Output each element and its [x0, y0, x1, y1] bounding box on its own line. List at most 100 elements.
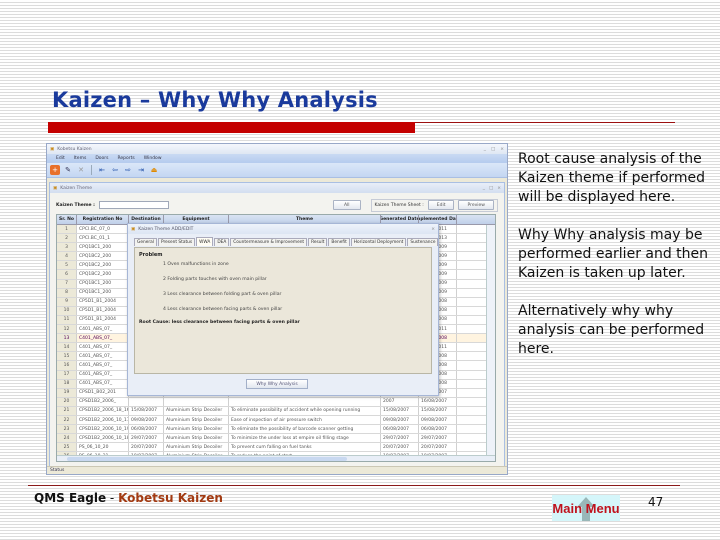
table-cell-reg: CPSD1B2_2006_10_17	[79, 415, 129, 425]
table-cell-sr: 8	[57, 288, 77, 297]
menu-window[interactable]: Window	[144, 156, 162, 161]
table-cell-reg: C401_ABS_07_	[77, 379, 129, 388]
toolbar: + ✎ ✕ ⇤ ⇦ ⇨ ⇥ ⏏	[47, 163, 507, 178]
main-menu-button[interactable]: Main Menu	[552, 495, 620, 521]
menu-edit[interactable]: Edit	[56, 156, 65, 161]
why-item: 3 Less clearance between folding part & …	[163, 292, 282, 297]
table-cell-reg: C401_ABS_07_	[77, 370, 129, 379]
horizontal-scrollbar[interactable]	[57, 455, 495, 461]
table-row[interactable]: 25 PS_06_10_20 20/07/2007 Aluminium Strip D…	[57, 443, 495, 453]
why-why-analysis-button[interactable]: Why Why Analysis	[246, 379, 308, 389]
column-header-registration-no[interactable]: Registration No	[77, 215, 129, 224]
window-icon: ▣	[53, 185, 58, 191]
table-cell-imp: 16/08/2007	[419, 397, 457, 406]
table-cell-reg: C401_ABS_07_	[77, 343, 129, 352]
previous-record-icon[interactable]: ⇦	[110, 165, 120, 175]
table-cell-th: To minimize the under loss at empire oil…	[229, 434, 381, 443]
table-cell-gen: 09/08/2007	[381, 415, 419, 425]
wwa-panel: Problem 1 Oven malfunctions in zone 2 Fo…	[134, 247, 432, 374]
why-item: 1 Oven malfunctions in zone	[163, 262, 229, 267]
tab-horizontal-deployment[interactable]: Horizontal Deployment	[350, 238, 407, 246]
root-cause: Root Cause: less clearance between facin…	[139, 320, 300, 325]
footer-separator: -	[106, 491, 119, 505]
delete-icon[interactable]: ✕	[76, 165, 86, 175]
tab-countermeasure[interactable]: Countermeasure & Improvement	[230, 238, 308, 246]
menu-items[interactable]: Items	[74, 156, 87, 161]
table-cell-sr: 12	[57, 325, 77, 334]
edit-button[interactable]: Edit	[427, 200, 455, 210]
table-cell-eq: Aluminium Strip Decoiler	[164, 425, 229, 434]
table-cell-reg: CPQ1BC2_200	[77, 261, 129, 270]
next-record-icon[interactable]: ⇨	[123, 165, 133, 175]
app-window: ▣ Kobetsu Kaizen _ □ × Edit Items Doors …	[46, 143, 508, 475]
column-header-sr-no[interactable]: Sr. No	[57, 215, 77, 224]
table-cell-eq: Aluminium Strip Decoiler	[164, 434, 229, 443]
table-cell-sr: 13	[57, 334, 77, 343]
maximize-icon[interactable]: □	[491, 147, 495, 152]
tab-result[interactable]: Result	[308, 238, 328, 246]
tab-benefit[interactable]: Benefit	[328, 238, 350, 246]
table-cell-reg: C401_ABS_07_	[77, 325, 129, 334]
kaizen-theme-add-edit-dialog: ▣ Kaizen Theme ADD/EDIT × General Presen…	[127, 223, 439, 396]
note-paragraph: Root cause analysis of the Kaizen theme …	[518, 151, 706, 205]
tab-general[interactable]: General	[134, 238, 157, 246]
dialog-icon: ▣	[131, 226, 136, 232]
table-cell-th: Ease of inspection of air pressure switc…	[229, 415, 381, 425]
tab-sustenance[interactable]: Sustenance	[407, 238, 439, 246]
table-cell-reg: C401_ABS_07_	[77, 361, 129, 370]
menu-doors[interactable]: Doors	[95, 156, 108, 161]
title-underline-thick	[48, 122, 415, 133]
minimize-icon[interactable]: _	[484, 147, 486, 152]
page-number: 47	[648, 495, 664, 509]
table-cell-imp: 20/07/2007	[419, 443, 457, 452]
table-cell-sr: 23	[57, 425, 77, 434]
last-record-icon[interactable]: ⇥	[136, 165, 146, 175]
dialog-title: Kaizen Theme ADD/EDIT	[138, 226, 194, 232]
all-button[interactable]: All	[332, 200, 361, 210]
table-cell-dt: 20/07/2007	[129, 443, 164, 452]
table-cell-reg: CPQ1BC2_200	[77, 252, 129, 261]
menu-reports[interactable]: Reports	[117, 156, 134, 161]
table-row[interactable]: 23 CPSD1B2_2006_10_19 06/08/2007 Aluminium …	[57, 425, 495, 435]
table-cell-reg: C401_ABS_07_	[77, 334, 129, 343]
table-cell-dt	[129, 397, 164, 406]
close-icon[interactable]: ×	[500, 147, 504, 152]
table-cell-reg: CPSD1B2_2006_10_19	[79, 425, 129, 434]
table-cell-sr: 2	[57, 234, 77, 243]
footer-divider	[28, 485, 680, 486]
table-cell-sr: 4	[57, 252, 77, 261]
table-cell-sr: 17	[57, 370, 77, 379]
toolbar-separator	[91, 165, 92, 175]
tab-dea[interactable]: DEA	[214, 238, 230, 246]
maximize-icon[interactable]: □	[489, 186, 493, 191]
table-cell-eq: Aluminium Strip Decoiler	[164, 443, 229, 452]
filter-row: Kaizen Theme : All Kaizen Theme Sheet : …	[56, 198, 498, 212]
table-row[interactable]: 24 CPSD1B2_2006_10_18 29/07/2007 Aluminium …	[57, 434, 495, 444]
vertical-scrollbar[interactable]	[486, 225, 495, 455]
kaizen-theme-filter-label: Kaizen Theme :	[56, 202, 95, 208]
table-row[interactable]: 20 CPSD1B2_2006_ 2007 16/08/2007	[57, 397, 495, 407]
app-window-title: Kobetsu Kaizen	[57, 146, 92, 152]
note-paragraph: Alternatively why why analysis can be pe…	[518, 303, 705, 357]
tab-present-status[interactable]: Present Status	[157, 238, 196, 246]
close-icon[interactable]: ×	[497, 186, 501, 191]
first-record-icon[interactable]: ⇤	[97, 165, 107, 175]
close-icon[interactable]: ×	[431, 227, 435, 232]
add-icon[interactable]: +	[50, 165, 60, 175]
table-cell-reg: PS_06_10_20	[77, 443, 129, 452]
table-cell-sr: 18	[57, 379, 77, 388]
tab-wwa[interactable]: WWA	[196, 237, 214, 246]
table-cell-reg: CPSD1B2_2006_10_18	[79, 434, 129, 443]
scrollbar-thumb[interactable]	[67, 457, 347, 461]
table-row[interactable]: 21 CPSD1B2_2006_18_16 15/08/2007 Aluminium …	[57, 406, 495, 416]
edit-icon[interactable]: ✎	[63, 165, 73, 175]
kaizen-theme-filter-input[interactable]	[98, 201, 169, 209]
minimize-icon[interactable]: _	[483, 186, 485, 191]
table-cell-imp: 29/07/2007	[419, 434, 457, 443]
table-row[interactable]: 22 CPSD1B2_2006_10_17 09/08/2007 Aluminium …	[57, 415, 495, 426]
exit-icon[interactable]: ⏏	[149, 165, 159, 175]
table-cell-imp: 15/08/2007	[419, 406, 457, 415]
table-cell-reg: C401_ABS_07_	[77, 352, 129, 361]
preview-button[interactable]: Preview	[458, 200, 494, 210]
table-cell-th: To eliminate possibility of accident whi…	[229, 406, 381, 415]
